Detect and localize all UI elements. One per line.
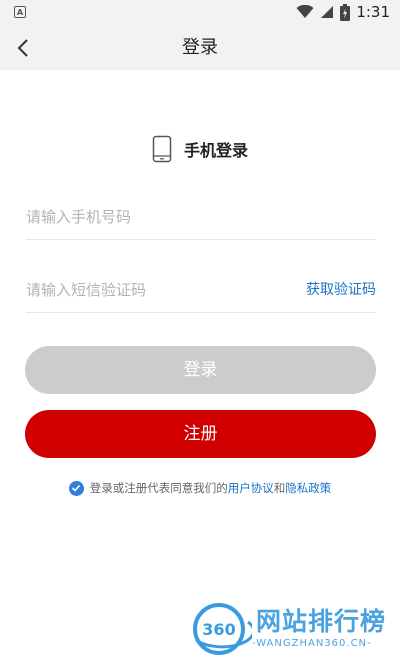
register-button[interactable]: 注册 bbox=[25, 410, 376, 458]
agreement-conjunction: 和 bbox=[273, 481, 286, 495]
watermark-logo: 360 bbox=[193, 603, 252, 655]
battery-icon bbox=[340, 3, 351, 21]
checkmark-icon bbox=[72, 484, 81, 492]
app-header: 登录 bbox=[0, 26, 400, 70]
phone-input[interactable] bbox=[26, 195, 276, 239]
login-button[interactable]: 登录 bbox=[25, 346, 376, 394]
get-code-button[interactable]: 获取验证码 bbox=[306, 268, 376, 312]
watermark: 360 网站排行榜 -WANGZHAN360.CN- bbox=[190, 598, 400, 660]
user-agreement-link[interactable]: 用户协议 bbox=[228, 481, 274, 495]
login-type-heading: 手机登录 bbox=[0, 134, 400, 164]
status-indicators: 1:31 bbox=[296, 3, 390, 21]
page-title: 登录 bbox=[182, 37, 218, 58]
watermark-subtitle: -WANGZHAN360.CN- bbox=[252, 638, 372, 649]
status-bar: A 1:31 bbox=[0, 0, 400, 26]
notification-icon: A bbox=[14, 6, 26, 18]
cellular-signal-icon bbox=[321, 6, 334, 18]
watermark-title: 网站排行榜 bbox=[256, 607, 387, 636]
login-type-label: 手机登录 bbox=[183, 141, 248, 160]
status-time: 1:31 bbox=[356, 3, 390, 21]
sms-code-input[interactable] bbox=[26, 268, 276, 312]
agreement-checkbox[interactable] bbox=[68, 480, 84, 496]
phone-field bbox=[26, 195, 376, 240]
agreement-prefix: 登录或注册代表同意我们的 bbox=[89, 481, 228, 495]
phone-icon bbox=[152, 135, 172, 163]
watermark-logo-number: 360 bbox=[202, 620, 235, 639]
agreement-row: 登录或注册代表同意我们的用户协议和隐私政策 bbox=[0, 480, 400, 496]
privacy-policy-link[interactable]: 隐私政策 bbox=[285, 481, 331, 495]
sms-code-field: 获取验证码 bbox=[26, 268, 376, 313]
agreement-text: 登录或注册代表同意我们的用户协议和隐私政策 bbox=[90, 480, 332, 496]
wifi-icon bbox=[296, 5, 314, 18]
